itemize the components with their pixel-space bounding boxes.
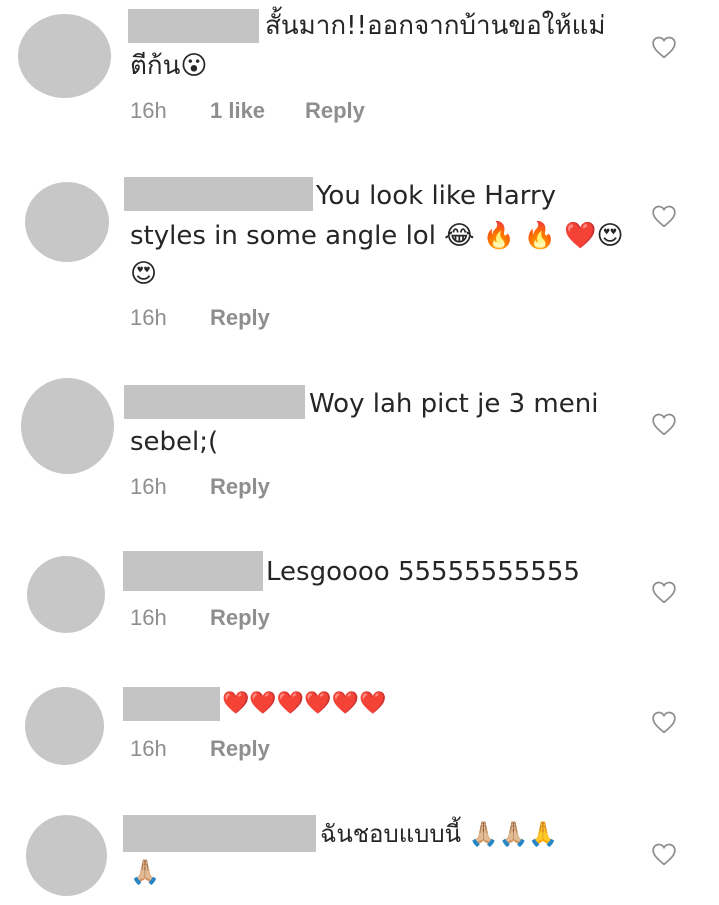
comment-text: Woy lah pict je 3 meni [309, 389, 599, 419]
avatar[interactable] [18, 14, 111, 98]
likes-count[interactable]: 1 like [210, 98, 265, 124]
avatar[interactable] [26, 815, 107, 896]
comment-text-continued: ตีก้น😮 [130, 51, 208, 81]
timestamp: 16h [130, 474, 167, 499]
comment-text: Lesgoooo 55555555555 [266, 557, 580, 587]
comment-item: ❤️❤️❤️❤️❤️❤️ 16h Reply [0, 683, 719, 793]
heart-outline-icon[interactable] [651, 710, 677, 734]
avatar[interactable] [25, 687, 104, 765]
reply-button[interactable]: Reply [210, 605, 270, 631]
reply-button[interactable]: Reply [305, 98, 365, 124]
reply-button[interactable]: Reply [210, 305, 270, 331]
heart-outline-icon[interactable] [651, 35, 677, 59]
username-redacted[interactable] [124, 385, 305, 419]
comment-item: Lesgoooo 55555555555 16h Reply [0, 548, 719, 668]
comment-meta: 16h Reply [130, 474, 430, 504]
comment-item: Woy lah pict je 3 meni sebel;( 16h Reply [0, 378, 719, 528]
comment-item: You look like Harry styles in some angle… [0, 170, 719, 360]
comment-meta: 16h Reply [130, 736, 430, 766]
comment-meta: 16h 1 like Reply [130, 98, 530, 128]
heart-outline-icon[interactable] [651, 842, 677, 866]
comment-text: ฉันชอบแบบนี้ 🙏🏼🙏🏼🙏 [320, 820, 559, 848]
reply-button[interactable]: Reply [210, 736, 270, 762]
comment-text: You look like Harry [316, 181, 557, 211]
heart-outline-icon[interactable] [651, 204, 677, 228]
comment-text: สั้นมาก!!ออกจากบ้านขอให้แม่ [265, 11, 606, 41]
username-redacted[interactable] [123, 815, 316, 852]
timestamp: 16h [130, 98, 167, 123]
username-redacted[interactable] [128, 9, 259, 43]
comment-text-continued: sebel;( [130, 427, 219, 457]
reply-button[interactable]: Reply [210, 474, 270, 500]
avatar[interactable] [21, 378, 114, 474]
comment-text-continued: styles in some angle lol 😂 🔥 🔥 ❤️😍 [130, 221, 624, 251]
comment-text: ❤️❤️❤️❤️❤️❤️ [222, 691, 387, 716]
timestamp: 16h [130, 605, 167, 630]
comment-meta: 16h Reply [130, 605, 430, 635]
username-redacted[interactable] [123, 551, 263, 591]
comment-item: สั้นมาก!!ออกจากบ้านขอให้แม่ ตีก้น😮 16h 1… [0, 0, 719, 150]
comment-meta: 16h Reply [130, 305, 430, 335]
comment-text-continued: 🙏🏼 [130, 858, 160, 886]
heart-outline-icon[interactable] [651, 412, 677, 436]
username-redacted[interactable] [123, 687, 220, 721]
heart-outline-icon[interactable] [651, 580, 677, 604]
avatar[interactable] [25, 182, 109, 262]
timestamp: 16h [130, 305, 167, 330]
username-redacted[interactable] [124, 177, 313, 211]
avatar[interactable] [27, 556, 105, 633]
comment-text-continued: 😍 [130, 259, 158, 289]
timestamp: 16h [130, 736, 167, 761]
comment-item: ฉันชอบแบบนี้ 🙏🏼🙏🏼🙏 🙏🏼 [0, 812, 719, 905]
